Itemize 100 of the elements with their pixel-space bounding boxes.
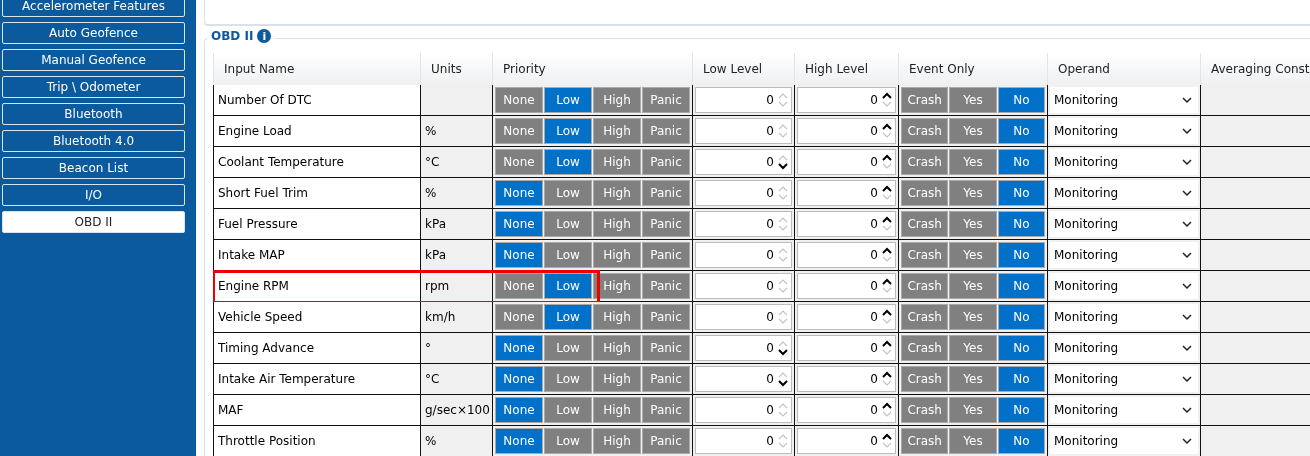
number-field[interactable]: 0 bbox=[797, 273, 896, 299]
number-field[interactable]: 0 bbox=[695, 366, 792, 392]
priority-option[interactable]: High bbox=[593, 211, 641, 237]
priority-option[interactable]: High bbox=[593, 273, 641, 299]
sidebar-item[interactable]: I/O bbox=[2, 184, 185, 206]
info-icon[interactable]: i bbox=[257, 29, 272, 43]
priority-option[interactable]: High bbox=[593, 118, 641, 144]
event-option[interactable]: No bbox=[997, 180, 1045, 206]
event-option[interactable]: No bbox=[997, 397, 1045, 423]
priority-option[interactable]: Low bbox=[544, 180, 592, 206]
number-field[interactable]: 0 bbox=[797, 428, 896, 454]
priority-option[interactable]: High bbox=[593, 366, 641, 392]
priority-option[interactable]: Panic bbox=[642, 118, 690, 144]
operand-dropdown[interactable]: Monitoring bbox=[1050, 428, 1198, 454]
operand-dropdown[interactable]: Monitoring bbox=[1050, 366, 1198, 392]
sidebar-item[interactable]: OBD II bbox=[2, 211, 185, 233]
priority-option[interactable]: Panic bbox=[642, 335, 690, 361]
priority-option[interactable]: Low bbox=[544, 335, 592, 361]
priority-option[interactable]: High bbox=[593, 242, 641, 268]
event-option[interactable]: Yes bbox=[949, 211, 997, 237]
priority-option[interactable]: None bbox=[495, 335, 543, 361]
event-option[interactable]: Crash bbox=[901, 149, 949, 175]
priority-option[interactable]: High bbox=[593, 397, 641, 423]
priority-option[interactable]: Panic bbox=[642, 87, 690, 113]
priority-option[interactable]: Low bbox=[544, 87, 592, 113]
event-option[interactable]: Crash bbox=[901, 211, 949, 237]
priority-option[interactable]: Low bbox=[544, 304, 592, 330]
number-field[interactable]: 0 bbox=[797, 149, 896, 175]
operand-dropdown[interactable]: Monitoring bbox=[1050, 242, 1198, 268]
operand-dropdown[interactable]: Monitoring bbox=[1050, 397, 1198, 423]
number-field[interactable]: 0 bbox=[695, 149, 792, 175]
priority-option[interactable]: High bbox=[593, 87, 641, 113]
event-option[interactable]: Yes bbox=[949, 273, 997, 299]
priority-option[interactable]: Panic bbox=[642, 397, 690, 423]
event-option[interactable]: Yes bbox=[949, 304, 997, 330]
priority-option[interactable]: Panic bbox=[642, 428, 690, 454]
number-field[interactable]: 0 bbox=[797, 211, 896, 237]
sidebar-item[interactable]: Accelerometer Features bbox=[2, 0, 185, 17]
priority-option[interactable]: None bbox=[495, 149, 543, 175]
sidebar-item[interactable]: Auto Geofence bbox=[2, 22, 185, 44]
priority-option[interactable]: Panic bbox=[642, 149, 690, 175]
priority-option[interactable]: Panic bbox=[642, 304, 690, 330]
priority-option[interactable]: Low bbox=[544, 397, 592, 423]
event-option[interactable]: Crash bbox=[901, 304, 949, 330]
event-option[interactable]: Crash bbox=[901, 366, 949, 392]
priority-option[interactable]: High bbox=[593, 149, 641, 175]
priority-option[interactable]: Panic bbox=[642, 273, 690, 299]
priority-option[interactable]: None bbox=[495, 242, 543, 268]
operand-dropdown[interactable]: Monitoring bbox=[1050, 149, 1198, 175]
priority-option[interactable]: Low bbox=[544, 273, 592, 299]
event-option[interactable]: Yes bbox=[949, 366, 997, 392]
priority-option[interactable]: None bbox=[495, 87, 543, 113]
priority-option[interactable]: Low bbox=[544, 428, 592, 454]
priority-option[interactable]: Panic bbox=[642, 366, 690, 392]
priority-option[interactable]: None bbox=[495, 428, 543, 454]
operand-dropdown[interactable]: Monitoring bbox=[1050, 180, 1198, 206]
priority-option[interactable]: High bbox=[593, 335, 641, 361]
event-option[interactable]: Yes bbox=[949, 397, 997, 423]
priority-option[interactable]: High bbox=[593, 180, 641, 206]
event-option[interactable]: Crash bbox=[901, 397, 949, 423]
priority-option[interactable]: None bbox=[495, 397, 543, 423]
event-option[interactable]: No bbox=[997, 428, 1045, 454]
number-field[interactable]: 0 bbox=[797, 304, 896, 330]
event-option[interactable]: Crash bbox=[901, 273, 949, 299]
priority-option[interactable]: High bbox=[593, 428, 641, 454]
operand-dropdown[interactable]: Monitoring bbox=[1050, 211, 1198, 237]
priority-option[interactable]: Low bbox=[544, 211, 592, 237]
priority-option[interactable]: None bbox=[495, 211, 543, 237]
priority-option[interactable]: Low bbox=[544, 118, 592, 144]
priority-option[interactable]: None bbox=[495, 366, 543, 392]
priority-option[interactable]: None bbox=[495, 180, 543, 206]
sidebar-item[interactable]: Bluetooth 4.0 bbox=[2, 130, 185, 152]
event-option[interactable]: No bbox=[997, 273, 1045, 299]
event-option[interactable]: No bbox=[997, 335, 1045, 361]
operand-dropdown[interactable]: Monitoring bbox=[1050, 335, 1198, 361]
priority-option[interactable]: High bbox=[593, 304, 641, 330]
event-option[interactable]: Yes bbox=[949, 428, 997, 454]
sidebar-item[interactable]: Bluetooth bbox=[2, 103, 185, 125]
priority-option[interactable]: Panic bbox=[642, 180, 690, 206]
event-option[interactable]: Crash bbox=[901, 118, 949, 144]
priority-option[interactable]: Panic bbox=[642, 242, 690, 268]
priority-option[interactable]: Low bbox=[544, 366, 592, 392]
number-field[interactable]: 0 bbox=[695, 335, 792, 361]
number-field[interactable]: 0 bbox=[797, 335, 896, 361]
operand-dropdown[interactable]: Monitoring bbox=[1050, 118, 1198, 144]
event-option[interactable]: Yes bbox=[949, 242, 997, 268]
event-option[interactable]: Crash bbox=[901, 87, 949, 113]
priority-option[interactable]: None bbox=[495, 304, 543, 330]
priority-option[interactable]: Panic bbox=[642, 211, 690, 237]
event-option[interactable]: Yes bbox=[949, 335, 997, 361]
event-option[interactable]: Crash bbox=[901, 428, 949, 454]
priority-option[interactable]: Low bbox=[544, 149, 592, 175]
number-field[interactable]: 0 bbox=[797, 242, 896, 268]
operand-dropdown[interactable]: Monitoring bbox=[1050, 304, 1198, 330]
number-field[interactable]: 0 bbox=[797, 87, 896, 113]
event-option[interactable]: Yes bbox=[949, 87, 997, 113]
priority-option[interactable]: None bbox=[495, 118, 543, 144]
number-field[interactable]: 0 bbox=[797, 366, 896, 392]
event-option[interactable]: Crash bbox=[901, 180, 949, 206]
sidebar-item[interactable]: Manual Geofence bbox=[2, 49, 185, 71]
